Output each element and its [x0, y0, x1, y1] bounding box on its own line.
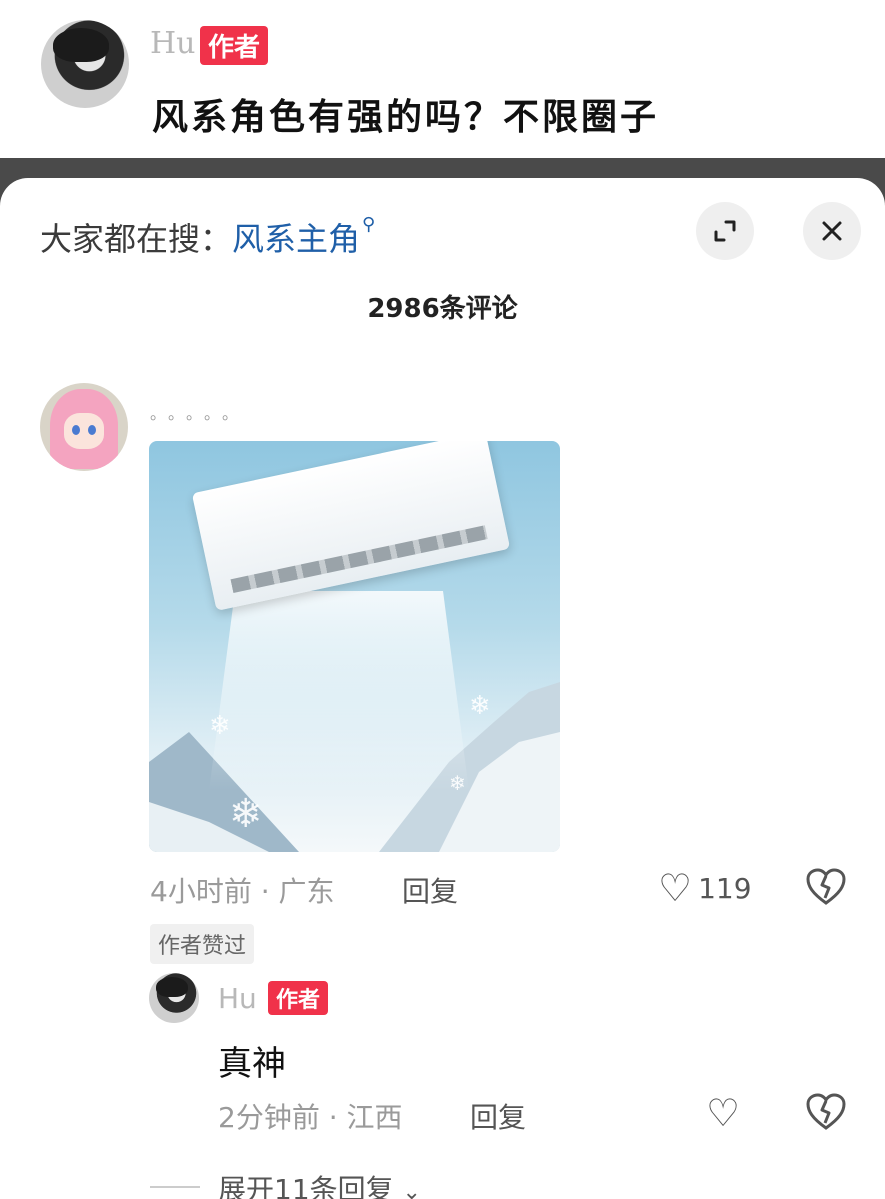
post-author-avatar[interactable]: [41, 20, 129, 108]
comment-image[interactable]: ❄ ❄ ❄ ❄: [149, 441, 560, 852]
chevron-down-icon: ⌄: [402, 1180, 421, 1199]
search-suggestion-term[interactable]: 风系主角: [232, 220, 360, 258]
search-icon: ⚲: [362, 214, 376, 235]
comment-sheet: 大家都在搜：风系主角 ⚲ 2986条评论 。。。。。 ❄ ❄ ❄ ❄ 4小时前 …: [0, 178, 885, 1199]
reply-location: 江西: [346, 1101, 403, 1134]
expand-replies-label: 展开11条回复: [218, 1173, 394, 1199]
snowflake-icon: ❄: [469, 691, 491, 721]
dislike-button[interactable]: [806, 868, 846, 915]
snowflake-icon: ❄: [229, 791, 263, 837]
post-header: Hu 作者 风系角色有强的吗？不限圈子: [0, 0, 885, 158]
expand-sheet-button[interactable]: [696, 202, 754, 260]
heart-icon: ♡: [658, 866, 693, 910]
expand-replies-button[interactable]: 展开11条回复 ⌄: [218, 1168, 421, 1199]
post-title: 风系角色有强的吗？不限圈子: [152, 97, 660, 138]
comment-reply-button[interactable]: 回复: [402, 870, 458, 910]
expand-icon: [714, 220, 736, 242]
reply-reply-button[interactable]: 回复: [470, 1096, 526, 1136]
close-icon: [822, 221, 842, 241]
airflow-graphic: [209, 591, 469, 791]
author-liked-badge: 作者赞过: [150, 924, 255, 964]
commenter-name[interactable]: 。。。。。: [150, 400, 248, 424]
reply-meta: 2分钟前 · 江西: [218, 1101, 403, 1134]
snowflake-icon: ❄: [209, 711, 231, 741]
search-suggestion[interactable]: 大家都在搜：风系主角 ⚲: [40, 214, 375, 260]
comment-meta: 4小时前 · 广东: [150, 875, 335, 908]
comment-time: 4小时前: [150, 875, 252, 908]
commenter-avatar[interactable]: [40, 383, 128, 471]
comment-location: 广东: [278, 875, 335, 908]
reply-text: 真神: [218, 1044, 286, 1084]
air-conditioner-graphic: [191, 441, 511, 611]
comment-like-count: 119: [698, 871, 752, 905]
reply-author-name[interactable]: Hu: [218, 982, 257, 1015]
broken-heart-icon: [806, 1093, 846, 1130]
snowflake-icon: ❄: [449, 771, 466, 795]
expand-divider: [150, 1186, 200, 1188]
search-suggestion-prefix: 大家都在搜：: [40, 220, 233, 258]
comment-like-button[interactable]: ♡ 119: [658, 866, 752, 910]
reply-dislike-button[interactable]: [806, 1093, 846, 1140]
post-author-name[interactable]: Hu: [150, 26, 195, 61]
reply-author-avatar[interactable]: [149, 973, 199, 1023]
reply-like-button[interactable]: ♡: [706, 1091, 746, 1135]
author-badge: 作者: [268, 981, 329, 1015]
broken-heart-icon: [806, 868, 846, 905]
comment-count: 2986条评论: [367, 294, 518, 324]
close-button[interactable]: [803, 202, 861, 260]
heart-icon: ♡: [706, 1091, 741, 1135]
author-badge: 作者: [200, 26, 269, 65]
reply-time: 2分钟前: [218, 1101, 320, 1134]
